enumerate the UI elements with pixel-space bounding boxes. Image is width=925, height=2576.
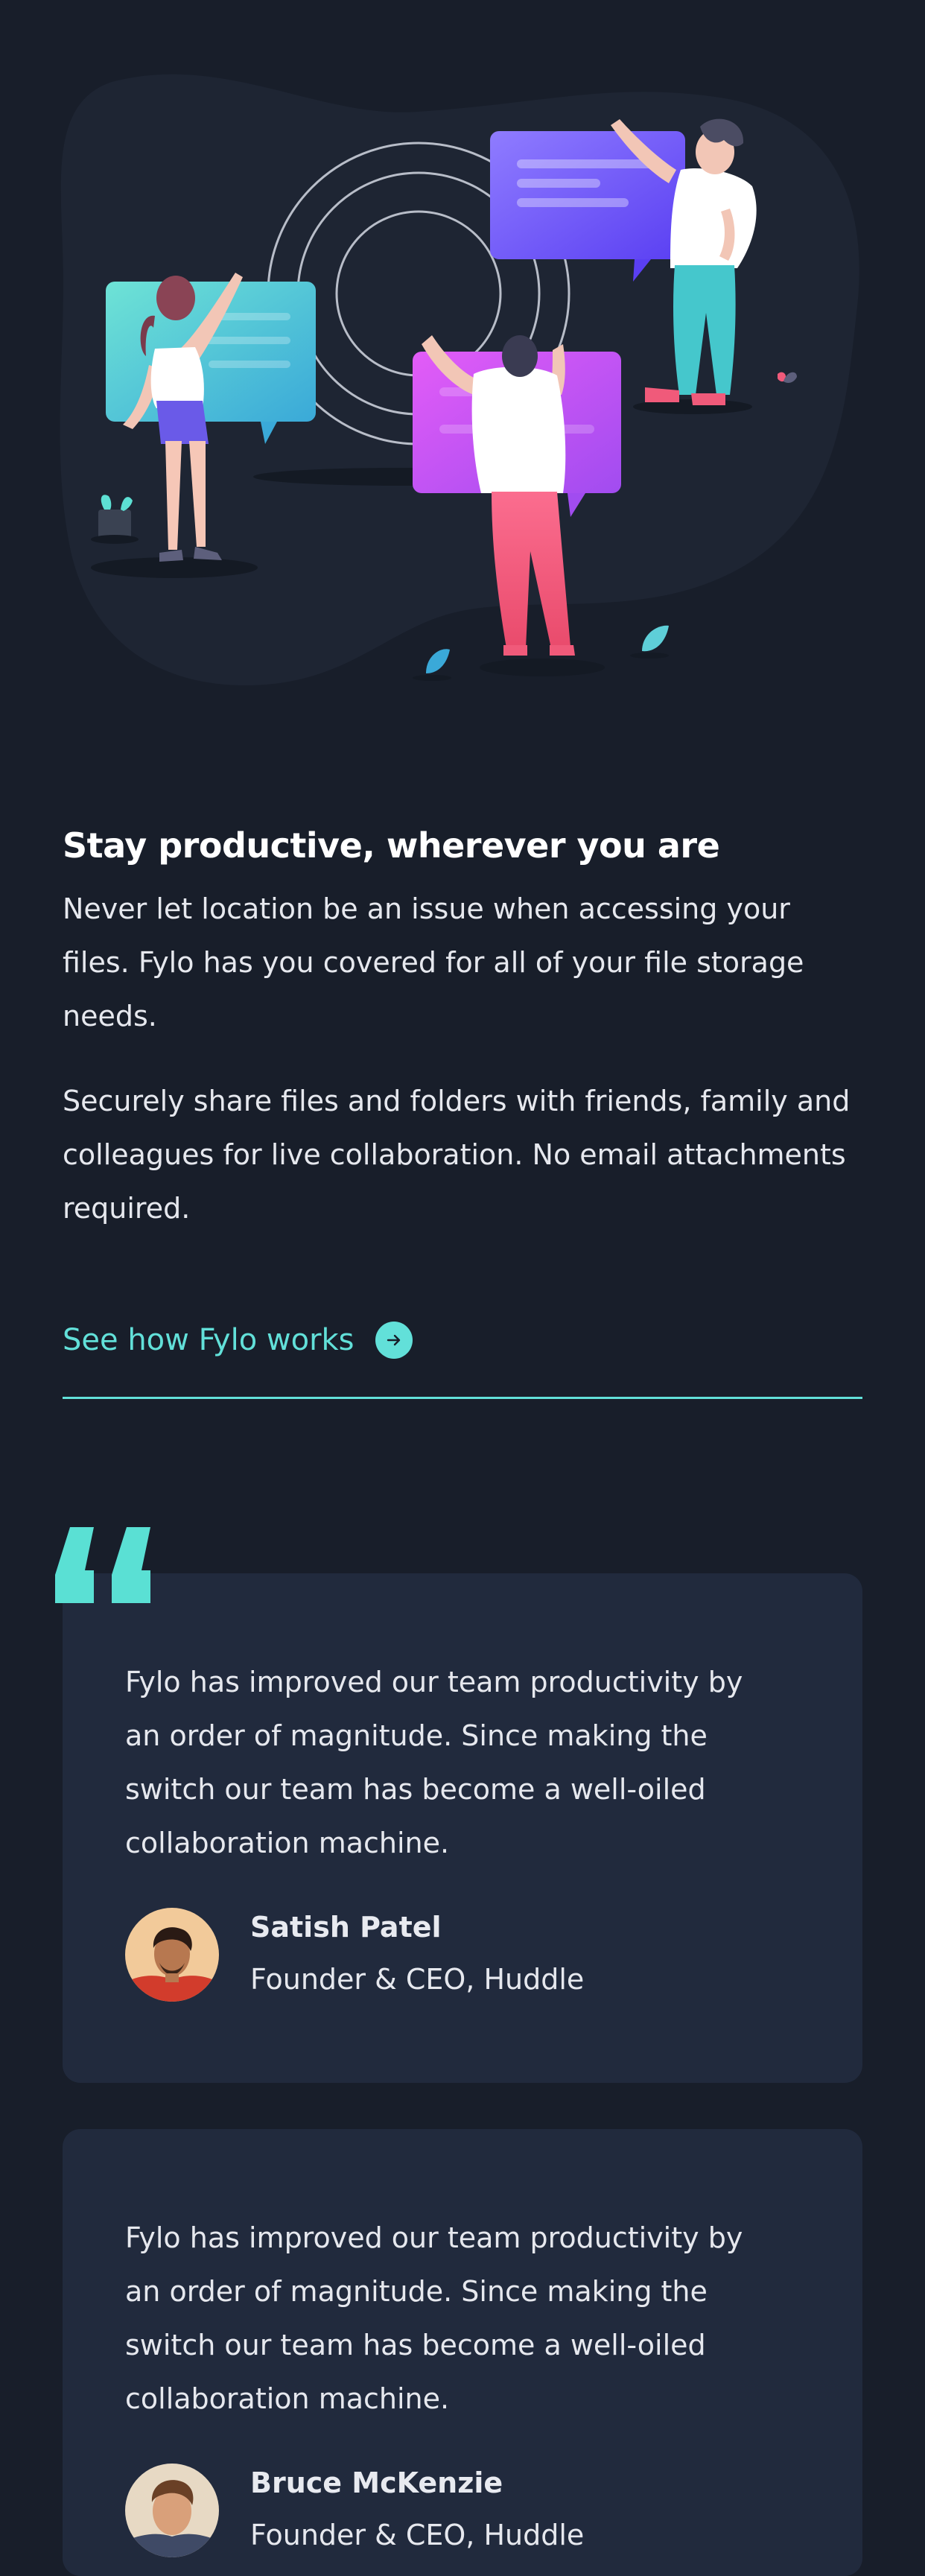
cta-link-label: See how Fylo works [63, 1323, 355, 1357]
author-role: Founder & CEO, Huddle [250, 1963, 585, 1996]
author-name: Bruce McKenzie [250, 2466, 503, 2499]
testimonial-author: Bruce McKenzie Founder & CEO, Huddle [125, 2458, 584, 2563]
avatar [125, 2464, 219, 2557]
arrow-right-circle-icon [375, 1322, 413, 1359]
avatar [125, 1908, 219, 2002]
author-name: Satish Patel [250, 1911, 442, 1944]
productive-section: Stay productive, wherever you are Never … [63, 812, 862, 1235]
cta-container: See how Fylo works [63, 1316, 862, 1399]
quotation-mark-icon [55, 1527, 152, 1603]
testimonial-author: Satish Patel Founder & CEO, Huddle [125, 1903, 584, 2007]
author-role: Founder & CEO, Huddle [250, 2519, 585, 2551]
section-heading: Stay productive, wherever you are [63, 825, 720, 866]
section-paragraph-1: Never let location be an issue when acce… [63, 892, 804, 1032]
testimonial-card: Fylo has improved our team productivity … [63, 1573, 862, 2083]
section-paragraph-2: Securely share files and folders with fr… [63, 1085, 851, 1225]
see-how-fylo-works-link[interactable]: See how Fylo works [63, 1316, 862, 1365]
testimonial-quote: Fylo has improved our team productivity … [125, 2221, 743, 2415]
hero-illustration [0, 0, 925, 715]
testimonial-quote: Fylo has improved our team productivity … [125, 1666, 743, 1859]
testimonial-card: Fylo has improved our team productivity … [63, 2129, 862, 2576]
